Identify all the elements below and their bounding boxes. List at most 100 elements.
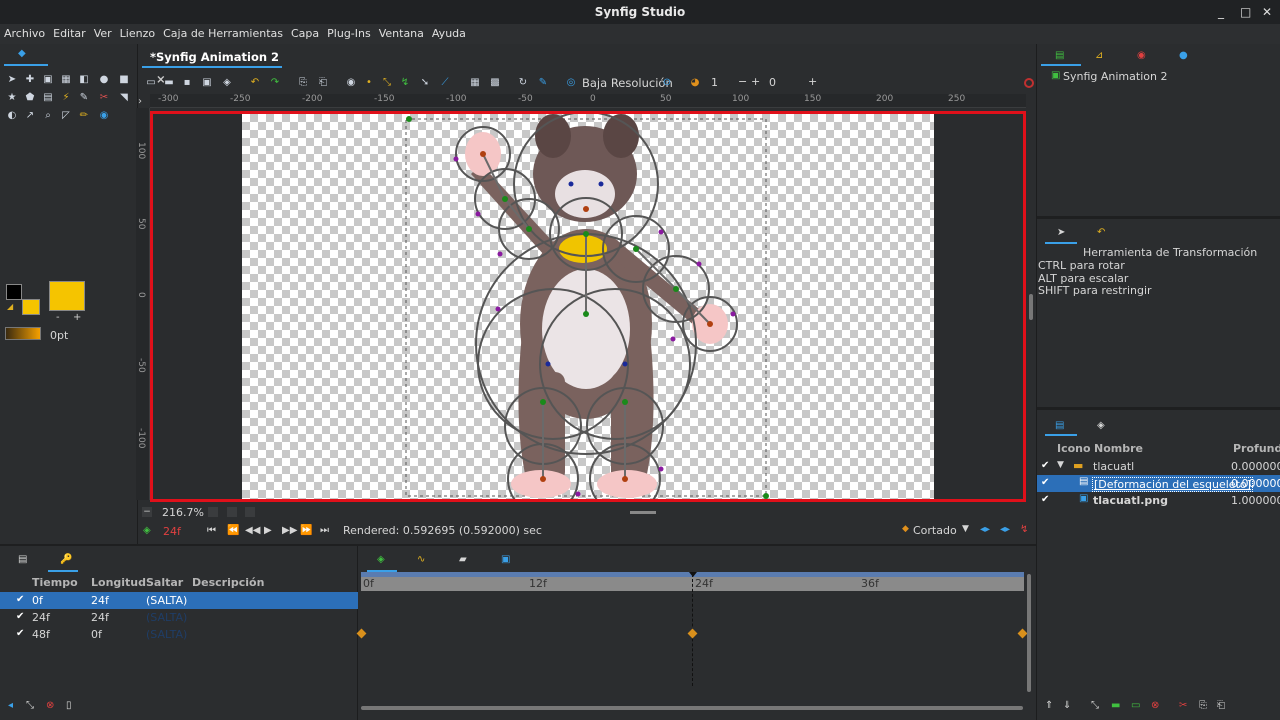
cutout-tool-icon[interactable]: ✂ [96,90,112,106]
low-resolution-icon[interactable]: ◎ [564,76,578,90]
close-button[interactable]: ✕ [1262,0,1272,24]
future-keyframes-lock-icon[interactable]: ◂▸ [1000,524,1010,535]
lower-layer-icon[interactable]: ⇓ [1063,700,1071,711]
sound-tab-icon[interactable]: ▣ [501,554,510,565]
keyframe-marker[interactable] [1017,628,1028,639]
check-icon[interactable]: ✔ [1041,477,1049,488]
show-vertex-icon[interactable]: • [362,76,376,90]
copy-icon[interactable]: ⎘ [296,76,310,90]
info-tab-icon[interactable]: ◉ [1137,50,1146,61]
fill-color-swatch[interactable] [22,299,40,315]
cut-icon[interactable]: ✂ [1179,700,1187,711]
show-radius-icon[interactable]: ↯ [398,76,412,90]
delete-layer-icon[interactable]: ⊗ [1151,700,1159,711]
navigator-tab-icon[interactable]: ⊿ [1095,50,1103,61]
prev-keyframe-icon[interactable]: ⏪ [227,525,239,536]
render-icon[interactable]: ◈ [220,76,234,90]
curves-tab-icon[interactable]: ∿ [417,554,425,565]
show-tangent-icon[interactable]: ⤡ [380,76,394,90]
menu-caja-herramientas[interactable]: Caja de Herramientas [159,24,287,44]
onion-future-increase[interactable]: + [808,75,817,88]
transform-tool-icon[interactable]: ➤ [4,72,20,88]
menu-archivo[interactable]: Archivo [0,24,49,44]
canvas-viewport[interactable] [150,111,1026,502]
zoom-100-icon[interactable] [245,507,255,517]
layer-row[interactable]: ✔ ▣ tlacuatl.png 1.000000 [1037,492,1280,509]
check-icon[interactable]: ✔ [16,611,24,622]
tab-synfig-animation-2[interactable]: *Synfig Animation 2 × [142,46,282,86]
width-tool-icon[interactable]: ◥ [116,90,132,106]
redo-icon[interactable]: ↷ [268,76,282,90]
circle-tool-icon[interactable]: ● [96,72,112,88]
col-description[interactable]: Descripción [192,576,264,589]
menu-ver[interactable]: Ver [90,24,116,44]
layer-name[interactable]: tlacuatl [1093,460,1134,473]
sets-tab-icon[interactable]: ◈ [1097,420,1105,431]
col-name[interactable]: Nombre [1094,442,1143,455]
canvas-name[interactable]: Synfig Animation 2 [1063,70,1167,83]
params-tab-icon[interactable]: ▤ [18,554,27,565]
timetrack-vscroll[interactable] [1027,574,1031,692]
swap-colors-icon[interactable]: ◢ [7,302,13,311]
zoom-tool-icon[interactable]: ◉ [96,108,112,124]
increase-width-icon[interactable]: + [73,312,81,323]
new-folder-icon[interactable]: ▬ [1111,700,1120,711]
show-grid-icon[interactable]: ▦ [468,76,482,90]
check-icon[interactable]: ✔ [1041,494,1049,505]
rotate-tool-icon[interactable]: ▦ [58,72,74,88]
history-tab-icon[interactable]: ↶ [1097,227,1105,238]
text-tool-icon[interactable]: ⌕ [40,108,56,124]
minimize-button[interactable]: _ [1218,0,1224,24]
mirror-tool-icon[interactable]: ◧ [76,72,92,88]
save-as-icon[interactable]: ▣ [200,76,214,90]
rectangle-tool-icon[interactable]: ■ [116,72,132,88]
menu-editar[interactable]: Editar [49,24,90,44]
toggle-animation-icon[interactable]: ↯ [1020,524,1028,535]
outline-color-swatch[interactable] [6,284,22,300]
gradient-swatch[interactable] [5,327,41,340]
play-icon[interactable]: ▶ [264,525,272,536]
prev-frame-icon[interactable]: ◀◀ [245,525,260,536]
menu-ventana[interactable]: Ventana [375,24,428,44]
new-file-icon[interactable]: ▭ [144,76,158,90]
onion-future-value[interactable]: 0 [769,76,776,89]
check-icon[interactable]: ✔ [1041,460,1049,471]
onion-past-decrease[interactable]: − [738,75,747,88]
character-artwork[interactable] [153,114,1023,499]
add-layer-icon[interactable]: ⤡ [1091,700,1099,711]
check-icon[interactable]: ✔ [16,594,24,605]
keyframe-jump[interactable]: (SALTA) [146,611,187,624]
show-handles-icon[interactable]: ◉ [344,76,358,90]
gradient-tool-icon[interactable]: ▤ [40,90,56,106]
table-row[interactable]: ✔ 48f 0f (SALTA) [0,626,358,643]
col-time[interactable]: Tiempo [32,576,78,589]
snap-grid-icon[interactable]: ▩ [488,76,502,90]
duplicate-keyframe-icon[interactable]: ⤡ [26,700,34,711]
check-icon[interactable]: ✔ [16,628,24,639]
resolution-options-icon[interactable]: ⊙ [660,76,674,90]
polygon-tool-icon[interactable]: ⬟ [22,90,38,106]
maximize-button[interactable]: □ [1240,0,1251,24]
table-row[interactable]: ✔ 24f 24f (SALTA) [0,609,358,626]
menu-ayuda[interactable]: Ayuda [428,24,470,44]
refresh-icon[interactable]: ↻ [516,76,530,90]
open-file-icon[interactable]: ▬ [162,76,176,90]
menu-plugins[interactable]: Plug-Ins [323,24,375,44]
zoom-level[interactable]: 216.7% [162,506,204,519]
onion-past-value[interactable]: 1 [711,76,718,89]
keyframe-jump[interactable]: (SALTA) [146,628,187,641]
zoom-in-icon[interactable] [208,507,218,517]
spline-tool-icon[interactable]: ⚡ [58,90,74,106]
fill-tool-icon[interactable]: ◐ [4,108,20,124]
animation-mode-icon[interactable]: ◈ [143,525,151,536]
keyframe-marker[interactable] [356,628,367,639]
outline-width-value[interactable]: 0pt [50,329,68,342]
ruler-toggle-icon[interactable]: › [138,96,142,107]
keyframe-marker[interactable] [687,628,698,639]
table-row[interactable]: ✔ 0f 24f (SALTA) [0,592,358,609]
time-cursor-head[interactable] [689,572,697,577]
show-bone-icon[interactable]: ⟋ [438,76,452,90]
render-draft-icon[interactable]: ✎ [536,76,550,90]
paste-layer-icon[interactable]: ⎗ [1217,700,1225,711]
onion-past-increase[interactable]: + [751,75,760,88]
